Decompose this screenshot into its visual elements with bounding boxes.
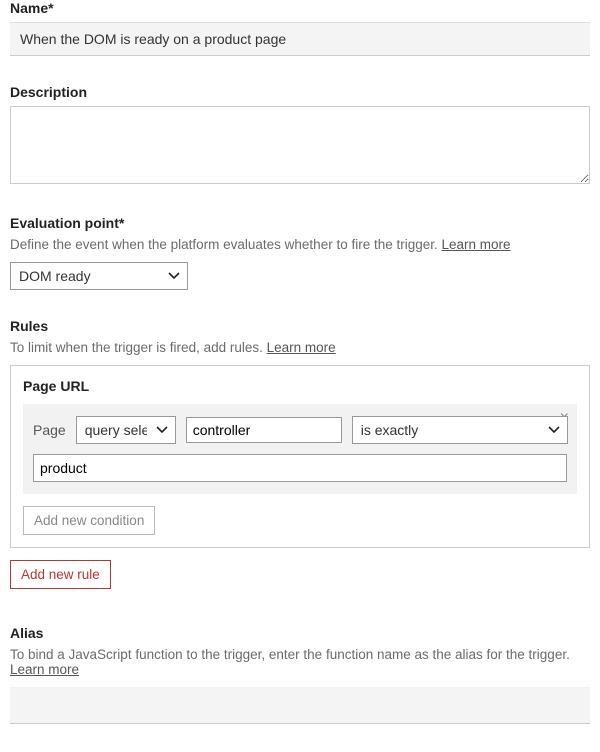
selector-value-input[interactable] xyxy=(186,417,342,443)
evaluation-help-text: Define the event when the platform evalu… xyxy=(10,237,442,252)
condition-row: Page query selector is exactly xyxy=(33,416,567,444)
rule-title: Page URL xyxy=(23,378,577,394)
alias-learn-more-link[interactable]: Learn more xyxy=(10,662,79,677)
rules-label: Rules xyxy=(10,318,590,334)
rules-learn-more-link[interactable]: Learn more xyxy=(267,340,336,355)
match-type-select[interactable]: is exactly xyxy=(352,416,568,444)
name-label: Name* xyxy=(10,0,590,16)
match-value-input[interactable] xyxy=(33,454,567,482)
alias-help-text: To bind a JavaScript function to the tri… xyxy=(10,647,570,662)
description-textarea[interactable] xyxy=(10,106,590,184)
add-rule-button[interactable]: Add new rule xyxy=(10,560,111,589)
alias-input[interactable] xyxy=(10,687,590,724)
alias-label: Alias xyxy=(10,625,590,641)
alias-help: To bind a JavaScript function to the tri… xyxy=(10,647,590,677)
description-label: Description xyxy=(10,84,590,100)
selector-type-select[interactable]: query selector xyxy=(76,416,176,444)
condition-prefix: Page xyxy=(33,422,66,438)
evaluation-help: Define the event when the platform evalu… xyxy=(10,237,590,252)
evaluation-label: Evaluation point* xyxy=(10,215,590,231)
evaluation-learn-more-link[interactable]: Learn more xyxy=(442,237,511,252)
rules-container: Page URL × Page query selector is exactl… xyxy=(10,365,590,548)
add-condition-button[interactable]: Add new condition xyxy=(23,506,155,535)
evaluation-point-select[interactable]: DOM ready xyxy=(10,262,188,290)
condition-group: × Page query selector is exactly xyxy=(23,404,577,494)
rules-help: To limit when the trigger is fired, add … xyxy=(10,340,590,355)
rules-help-text: To limit when the trigger is fired, add … xyxy=(10,340,267,355)
name-input[interactable] xyxy=(10,22,590,56)
